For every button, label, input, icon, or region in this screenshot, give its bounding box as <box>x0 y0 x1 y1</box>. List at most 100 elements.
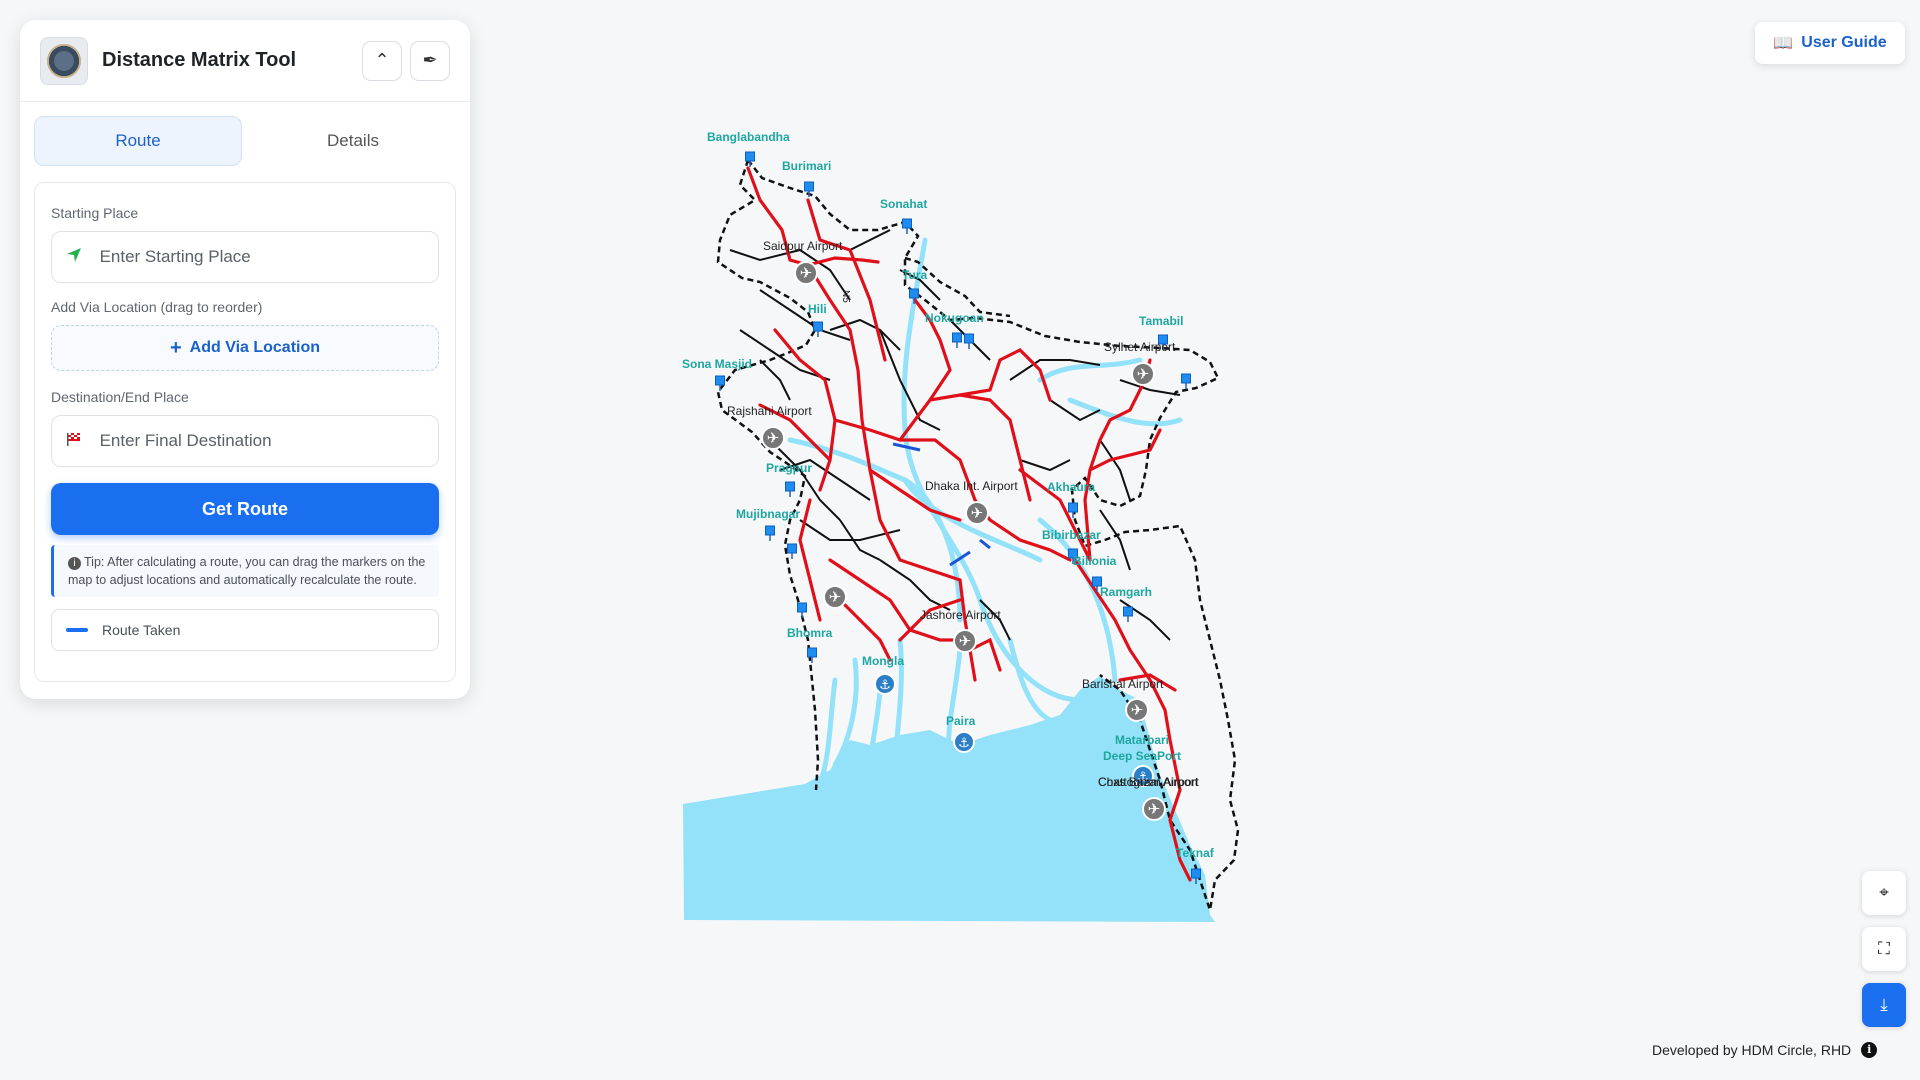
land-port-marker[interactable] <box>715 375 725 391</box>
starting-field[interactable] <box>51 231 439 283</box>
panel-title: Distance Matrix Tool <box>102 49 297 71</box>
highway-segment <box>806 198 887 362</box>
fullscreen-button[interactable]: ⛶ <box>1862 927 1906 971</box>
airport-label: Barishal Airport <box>1082 677 1164 691</box>
book-open-icon: 📖 <box>1773 35 1794 52</box>
get-route-button[interactable]: Get Route <box>51 483 439 535</box>
airport-marker[interactable]: ✈ <box>965 501 989 525</box>
highway-segment <box>838 598 892 662</box>
airport-label: Rajshahi Airport <box>727 404 812 418</box>
airport-marker[interactable]: ✈ <box>794 261 818 285</box>
airport-label: Saidpur Airport <box>763 239 843 253</box>
starting-input[interactable] <box>99 247 424 267</box>
add-via-button[interactable]: + Add Via Location <box>51 325 439 371</box>
download-button[interactable]: ⤓ <box>1862 983 1906 1027</box>
land-port-marker[interactable] <box>1181 373 1191 389</box>
road-segment <box>759 359 791 401</box>
via-label: Add Via Location (drag to reorder) <box>51 299 263 315</box>
plane-icon: ✈ <box>971 505 984 522</box>
land-port-marker[interactable] <box>787 543 797 559</box>
seaport-marker[interactable]: ⚓ <box>953 731 975 753</box>
airport-marker[interactable]: ✈ <box>761 426 785 450</box>
road-segment <box>829 318 901 351</box>
land-port-marker[interactable] <box>813 321 823 337</box>
download-icon: ⤓ <box>1880 995 1888 1014</box>
road-label: N5 <box>840 290 851 303</box>
tip-box: i Tip: After calculating a route, you can… <box>51 545 439 597</box>
land-port-label: Bhomra <box>787 626 833 640</box>
land-port-label: Akhaura <box>1047 480 1095 494</box>
airport-label: Dhaka Int. Airport <box>925 479 1018 493</box>
clear-button[interactable]: ✒ <box>410 40 450 81</box>
plane-icon: ✈ <box>829 589 842 606</box>
land-port-label: Burimari <box>782 159 831 173</box>
tab-route[interactable]: Route <box>34 116 242 166</box>
airport-marker[interactable]: ✈ <box>1125 698 1149 722</box>
land-port-label: Hili <box>808 302 827 316</box>
highway-segment <box>828 558 972 642</box>
destination-label: Destination/End Place <box>51 389 189 405</box>
land-port-label: Mujibnagar <box>736 507 800 521</box>
fullscreen-icon: ⛶ <box>1878 939 1890 958</box>
user-guide-button[interactable]: 📖 User Guide <box>1755 22 1905 64</box>
info-icon: i <box>68 557 81 570</box>
land-port-marker[interactable] <box>1068 502 1078 518</box>
land-port-label: Paira <box>946 714 976 728</box>
land-port-label: Nokugoan <box>925 311 984 325</box>
land-port-marker[interactable] <box>1123 606 1133 622</box>
land-port-label: Deep SeaPort <box>1103 749 1181 763</box>
plane-icon: ✈ <box>800 265 813 282</box>
airport-marker[interactable]: ✈ <box>823 585 847 609</box>
land-port-label: Tamabil <box>1139 314 1183 328</box>
plane-icon: ✈ <box>767 430 780 447</box>
airport-label: Coxs Bazar Airport <box>1098 775 1199 789</box>
seaport-marker[interactable]: ⚓ <box>874 673 896 695</box>
airport-label: Sylhet Airport <box>1104 340 1176 354</box>
anchor-icon: ⚓ <box>879 677 891 692</box>
plus-icon: + <box>169 336 182 359</box>
airport-marker[interactable]: ✈ <box>1142 797 1166 821</box>
chevron-up-icon: ⌃ <box>374 50 390 70</box>
destination-field[interactable] <box>51 415 439 467</box>
plane-icon: ✈ <box>959 633 972 650</box>
highway-segment <box>958 348 1052 402</box>
land-port-label: Tura <box>902 268 927 282</box>
land-port-label: Bibirbazar <box>1042 528 1101 542</box>
route-form: Starting Place Add Via Location (drag to… <box>34 182 456 682</box>
starting-label: Starting Place <box>51 205 139 221</box>
collapse-button[interactable]: ⌃ <box>362 40 402 81</box>
tab-bar: Route Details <box>20 102 470 166</box>
land-port-marker[interactable] <box>964 333 974 349</box>
tab-details[interactable]: Details <box>250 116 456 166</box>
footer-credit: Developed by HDM Circle, RHD <box>1652 1042 1852 1058</box>
navigation-arrow-icon <box>66 247 90 268</box>
destination-input[interactable] <box>99 431 424 451</box>
land-port-marker[interactable] <box>797 602 807 618</box>
legend-label: Route Taken <box>102 622 181 638</box>
airport-marker[interactable]: ✈ <box>953 629 977 653</box>
land-port-label: Bilionia <box>1073 554 1117 568</box>
panel-header: Distance Matrix Tool ⌃ ✒ <box>20 20 470 102</box>
land-port-label: Mongla <box>862 654 904 668</box>
land-port-label: Sona Masjid <box>682 357 752 371</box>
airport-label: Jashore Airport <box>920 608 1001 622</box>
road-segment <box>849 229 891 251</box>
route-line-icon <box>66 628 88 632</box>
land-port-label: Matarbari <box>1115 733 1169 747</box>
airport-marker[interactable]: ✈ <box>1131 362 1155 386</box>
crosshair-icon: ⌖ <box>1879 883 1889 902</box>
locate-button[interactable]: ⌖ <box>1862 871 1906 915</box>
info-icon[interactable]: i <box>1861 1042 1878 1058</box>
add-via-label: Add Via Location <box>189 339 321 356</box>
plane-icon: ✈ <box>1137 366 1150 383</box>
footer: Developed by HDM Circle, RHD i <box>1652 1042 1878 1058</box>
land-port-marker[interactable] <box>765 525 775 541</box>
road-segment <box>1019 459 1071 472</box>
land-port-marker[interactable] <box>785 481 795 497</box>
land-port-label: Teknaf <box>1176 846 1215 860</box>
route-panel: Distance Matrix Tool ⌃ ✒ Route Details S… <box>20 20 470 699</box>
route-legend: Route Taken <box>51 609 439 651</box>
land-port-marker[interactable] <box>902 218 912 234</box>
checkered-flag-icon <box>66 431 90 452</box>
land-port-marker[interactable] <box>952 332 962 348</box>
